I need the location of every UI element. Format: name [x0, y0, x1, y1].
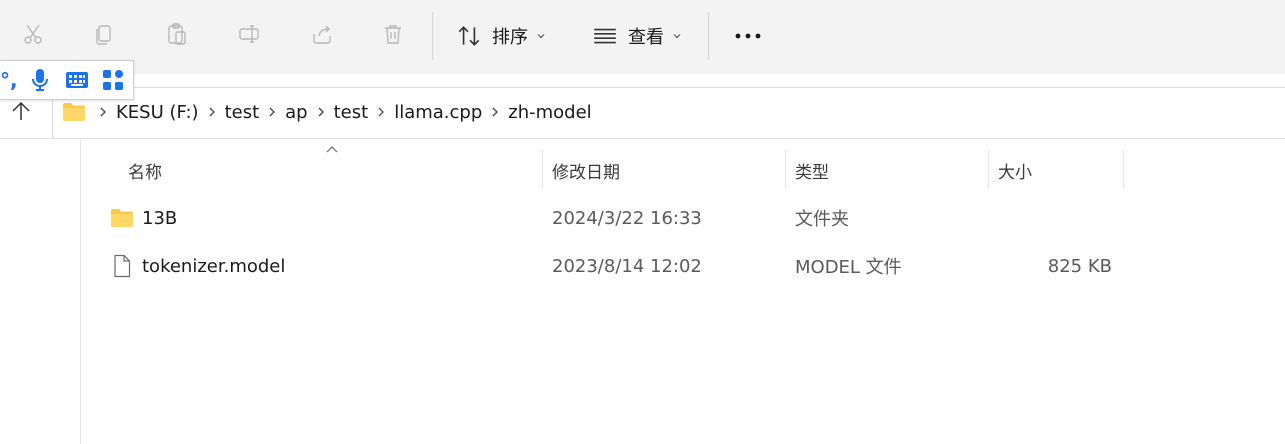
breadcrumb-item-test[interactable]: test — [223, 102, 262, 123]
file-type: MODEL 文件 — [795, 257, 902, 278]
breadcrumb-item-test-2[interactable]: test — [332, 102, 371, 123]
copy-icon — [96, 25, 111, 45]
paste-button[interactable] — [157, 14, 197, 54]
more-options-button[interactable] — [728, 20, 768, 52]
column-divider[interactable] — [785, 150, 786, 188]
chevron-down-icon — [673, 34, 681, 39]
rename-icon — [239, 25, 259, 43]
file-name-cell: 13B — [110, 196, 540, 240]
file-name-cell: tokenizer.model — [110, 244, 540, 288]
delete-button[interactable] — [373, 14, 413, 54]
toolbar-separator — [708, 12, 709, 60]
file-name: tokenizer.model — [142, 255, 286, 277]
ime-toolbar: °, — [0, 60, 134, 100]
file-modified: 2023/8/14 12:02 — [552, 255, 702, 277]
column-divider[interactable] — [988, 150, 989, 188]
breadcrumb: KESU (F:) test ap test llama.cpp zh-mode… — [62, 97, 594, 127]
arrow-up-icon — [12, 101, 30, 120]
rename-button[interactable] — [229, 14, 269, 54]
breadcrumb-item-llama-cpp[interactable]: llama.cpp — [392, 102, 484, 123]
file-name: 13B — [142, 207, 178, 229]
column-header-modified[interactable]: 修改日期 — [552, 150, 782, 190]
chevron-down-icon — [537, 34, 545, 39]
navigation-pane-divider — [80, 139, 81, 444]
copy-button[interactable] — [84, 14, 124, 54]
ime-keyboard-button[interactable] — [58, 71, 96, 89]
keyboard-icon — [66, 72, 88, 88]
command-bar: 排序 查看 — [0, 0, 1285, 74]
column-header-size[interactable]: 大小 — [998, 150, 1118, 190]
scissors-icon — [24, 24, 42, 44]
trash-icon — [385, 25, 401, 44]
share-icon — [313, 25, 331, 44]
column-divider[interactable] — [542, 150, 543, 188]
file-row[interactable]: 13B 2024/3/22 16:33 文件夹 — [100, 196, 1140, 240]
breadcrumb-separator-icon[interactable] — [201, 106, 223, 118]
more-dots-icon — [735, 33, 761, 39]
sort-label: 排序 — [492, 27, 528, 48]
file-type: 文件夹 — [795, 209, 849, 230]
file-size — [998, 196, 1112, 240]
view-menu-button[interactable]: 查看 — [592, 18, 682, 54]
breadcrumb-separator-icon[interactable] — [261, 106, 283, 118]
file-icon — [114, 254, 131, 278]
clipboard-icon — [168, 23, 186, 45]
folder-icon — [63, 103, 85, 121]
ime-apps-button[interactable] — [96, 69, 130, 91]
cut-button[interactable] — [13, 14, 53, 54]
view-list-icon — [594, 28, 616, 44]
file-modified: 2024/3/22 16:33 — [552, 207, 702, 229]
column-header-type[interactable]: 类型 — [795, 150, 985, 190]
sort-menu-button[interactable]: 排序 — [456, 18, 546, 54]
apps-icon — [103, 70, 123, 90]
view-label: 查看 — [628, 27, 664, 48]
toolbar-separator — [432, 12, 433, 60]
breadcrumb-item-drive[interactable]: KESU (F:) — [114, 102, 201, 123]
sort-icon — [458, 26, 480, 46]
share-button[interactable] — [302, 14, 342, 54]
breadcrumb-separator-icon[interactable] — [484, 106, 506, 118]
up-button[interactable] — [6, 96, 36, 126]
mic-icon — [32, 69, 48, 91]
folder-icon — [111, 209, 133, 227]
column-divider[interactable] — [1123, 150, 1124, 188]
breadcrumb-separator-icon[interactable] — [92, 106, 114, 118]
breadcrumb-item-zh-model[interactable]: zh-model — [506, 102, 593, 123]
breadcrumb-item-ap[interactable]: ap — [283, 102, 309, 123]
ime-punctuation-toggle[interactable]: °, — [0, 68, 22, 92]
breadcrumb-separator-icon[interactable] — [310, 106, 332, 118]
ime-voice-button[interactable] — [22, 68, 58, 92]
file-row[interactable]: tokenizer.model 2023/8/14 12:02 MODEL 文件… — [100, 244, 1140, 288]
column-header-name[interactable]: 名称 — [128, 150, 538, 190]
file-size: 825 KB — [1047, 255, 1112, 277]
breadcrumb-separator-icon[interactable] — [370, 106, 392, 118]
